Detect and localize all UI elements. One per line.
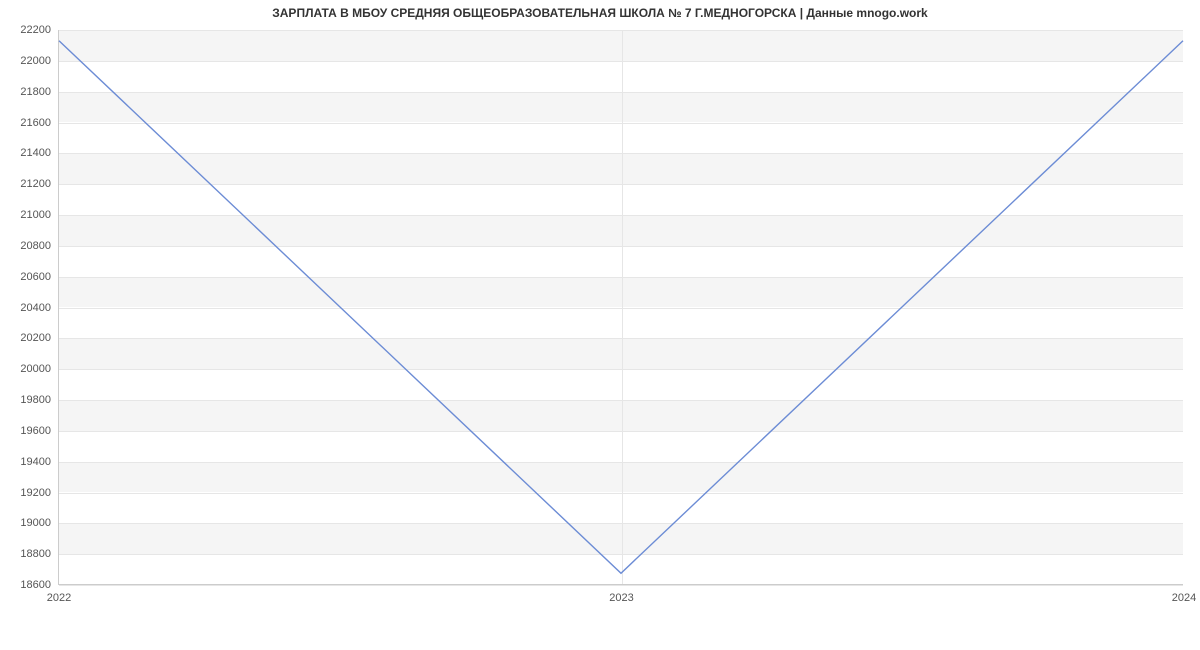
y-tick-label: 20600 <box>20 271 51 283</box>
chart-title: ЗАРПЛАТА В МБОУ СРЕДНЯЯ ОБЩЕОБРАЗОВАТЕЛЬ… <box>0 6 1200 20</box>
y-tick-label: 22000 <box>20 55 51 67</box>
series-line <box>59 41 1183 573</box>
y-tick-label: 19000 <box>20 517 51 529</box>
y-tick-label: 20400 <box>20 302 51 314</box>
y-tick-label: 18800 <box>20 548 51 560</box>
chart-container: ЗАРПЛАТА В МБОУ СРЕДНЯЯ ОБЩЕОБРАЗОВАТЕЛЬ… <box>0 0 1200 650</box>
x-tick-label: 2023 <box>609 592 633 604</box>
y-gridline <box>59 585 1183 586</box>
line-layer <box>59 30 1183 584</box>
y-tick-label: 21000 <box>20 209 51 221</box>
y-tick-label: 18600 <box>20 579 51 591</box>
y-tick-label: 21800 <box>20 86 51 98</box>
y-tick-label: 22200 <box>20 24 51 36</box>
y-tick-label: 21400 <box>20 147 51 159</box>
x-tick-label: 2022 <box>47 592 71 604</box>
y-tick-label: 19800 <box>20 394 51 406</box>
y-tick-label: 19600 <box>20 425 51 437</box>
plot-area: 1860018800190001920019400196001980020000… <box>58 30 1183 585</box>
y-tick-label: 20000 <box>20 363 51 375</box>
y-tick-label: 21200 <box>20 178 51 190</box>
y-tick-label: 20800 <box>20 240 51 252</box>
y-tick-label: 19400 <box>20 456 51 468</box>
y-tick-label: 21600 <box>20 117 51 129</box>
y-tick-label: 19200 <box>20 487 51 499</box>
x-tick-label: 2024 <box>1172 592 1196 604</box>
y-tick-label: 20200 <box>20 332 51 344</box>
